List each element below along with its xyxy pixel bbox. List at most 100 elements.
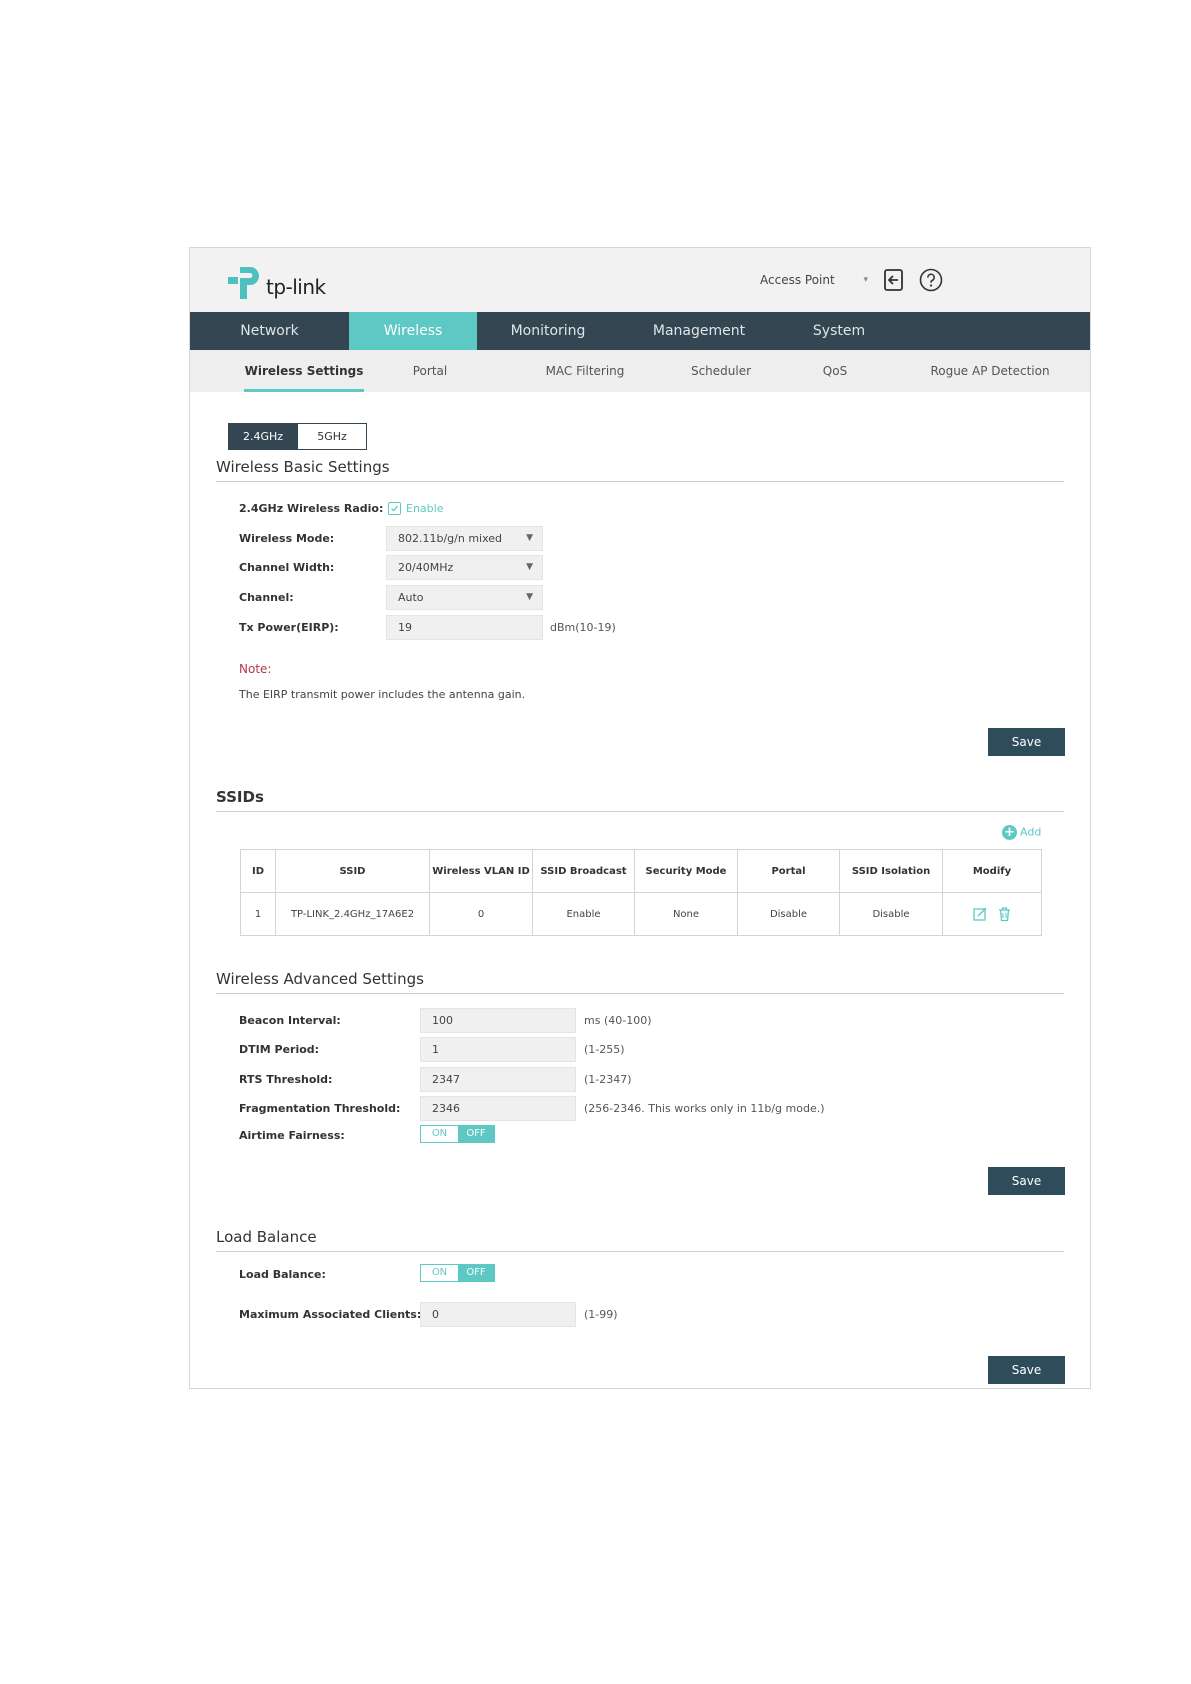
top-header: tp-link Access Point ▾ [190,248,1090,312]
load-balance-label: Load Balance: [239,1268,326,1281]
chevron-down-icon: ▾ [863,275,868,285]
rts-threshold-label: RTS Threshold: [239,1073,333,1086]
trash-icon[interactable] [997,906,1012,922]
sub-nav: Wireless Settings Portal MAC Filtering S… [190,350,1090,392]
dtim-period-hint: (1-255) [584,1043,625,1056]
tab-management[interactable]: Management [619,312,779,350]
subtab-portal[interactable]: Portal [400,350,460,392]
fragmentation-threshold-label: Fragmentation Threshold: [239,1102,401,1115]
tx-power-input[interactable]: 19 [386,615,543,640]
table-cell: Enable [532,892,635,936]
dropdown-arrow-icon: ▼ [526,592,533,602]
table-cell: 0 [429,892,533,936]
basic-settings-title: Wireless Basic Settings [216,458,390,476]
channel-width-value: 20/40MHz [398,561,454,574]
band-2-4ghz[interactable]: 2.4GHz [228,423,298,450]
dropdown-arrow-icon: ▼ [526,533,533,543]
divider [216,1251,1064,1252]
mode-select[interactable]: Access Point ▾ [760,268,868,292]
modify-cell [942,892,1042,936]
table-header-row: ID SSID Wireless VLAN ID SSID Broadcast … [240,849,1042,893]
divider [216,993,1064,994]
column-header: SSID [275,849,430,893]
subtab-scheduler[interactable]: Scheduler [671,350,771,392]
note-title: Note: [239,662,272,676]
save-load-balance-button[interactable]: Save [988,1356,1065,1384]
table-cell: None [634,892,738,936]
mode-select-value: Access Point [760,273,835,287]
load-balance-toggle[interactable]: ON OFF [420,1264,495,1282]
subtab-rogue-ap-detection[interactable]: Rogue AP Detection [910,350,1070,392]
app-window: tp-link Access Point ▾ Network Wireless … [189,247,1091,1389]
tab-system[interactable]: System [779,312,899,350]
logout-icon[interactable] [883,268,905,292]
edit-icon[interactable] [972,906,988,922]
channel-select[interactable]: Auto ▼ [386,585,543,610]
dtim-period-label: DTIM Period: [239,1043,320,1056]
column-header: Portal [737,849,840,893]
tab-network[interactable]: Network [190,312,349,350]
note-text: The EIRP transmit power includes the ant… [239,688,526,701]
save-advanced-button[interactable]: Save [988,1167,1065,1195]
channel-label: Channel: [239,591,294,604]
fragmentation-threshold-hint: (256-2346. This works only in 11b/g mode… [584,1102,825,1115]
tx-power-hint: dBm(10-19) [550,621,616,634]
airtime-fairness-label: Airtime Fairness: [239,1129,345,1142]
subtab-qos[interactable]: QoS [810,350,860,392]
main-nav: Network Wireless Monitoring Management S… [190,312,1090,350]
divider [216,811,1064,812]
subtab-mac-filtering[interactable]: MAC Filtering [525,350,645,392]
toggle-on: ON [421,1265,458,1281]
toggle-off: OFF [458,1265,494,1281]
beacon-interval-input[interactable]: 100 [420,1008,576,1033]
save-basic-button[interactable]: Save [988,728,1065,756]
load-balance-title: Load Balance [216,1228,317,1246]
wireless-mode-value: 802.11b/g/n mixed [398,532,503,545]
rts-threshold-hint: (1-2347) [584,1073,632,1086]
wireless-mode-label: Wireless Mode: [239,532,335,545]
table-cell: 1 [240,892,276,936]
radio-enable-checkbox[interactable] [388,502,401,515]
column-header: Wireless VLAN ID [429,849,533,893]
tab-wireless[interactable]: Wireless [349,312,477,350]
channel-width-select[interactable]: 20/40MHz ▼ [386,555,543,580]
max-clients-label: Maximum Associated Clients: [239,1308,422,1321]
airtime-fairness-toggle[interactable]: ON OFF [420,1125,495,1143]
column-header: ID [240,849,276,893]
help-icon[interactable] [919,268,943,292]
logo-text: tp-link [266,275,326,299]
toggle-off: OFF [458,1126,494,1142]
max-clients-input[interactable]: 0 [420,1302,576,1327]
radio-enable-label: Enable [406,502,444,515]
channel-width-label: Channel Width: [239,561,335,574]
tx-power-label: Tx Power(EIRP): [239,621,339,634]
channel-value: Auto [398,591,424,604]
subtab-wireless-settings[interactable]: Wireless Settings [244,350,364,392]
add-ssid-button[interactable]: + Add [1002,825,1041,840]
ssids-title: SSIDs [216,788,264,806]
beacon-interval-hint: ms (40-100) [584,1014,652,1027]
column-header: SSID Isolation [839,849,943,893]
divider [216,481,1064,482]
table-row: 1 TP-LINK_2.4GHz_17A6E2 0 Enable None Di… [240,892,1042,936]
column-header: Security Mode [634,849,738,893]
table-cell: TP-LINK_2.4GHz_17A6E2 [275,892,430,936]
advanced-settings-title: Wireless Advanced Settings [216,970,424,988]
toggle-on: ON [421,1126,458,1142]
max-clients-hint: (1-99) [584,1308,618,1321]
radio-label: 2.4GHz Wireless Radio: [239,502,384,515]
plus-icon: + [1002,825,1017,840]
tab-monitoring[interactable]: Monitoring [477,312,619,350]
fragmentation-threshold-input[interactable]: 2346 [420,1096,576,1121]
beacon-interval-label: Beacon Interval: [239,1014,341,1027]
column-header: Modify [942,849,1042,893]
wireless-mode-select[interactable]: 802.11b/g/n mixed ▼ [386,526,543,551]
add-label: Add [1020,825,1042,839]
ssid-table: ID SSID Wireless VLAN ID SSID Broadcast … [240,849,1042,936]
band-5ghz[interactable]: 5GHz [297,423,367,450]
dtim-period-input[interactable]: 1 [420,1037,576,1062]
column-header: SSID Broadcast [532,849,635,893]
table-cell: Disable [839,892,943,936]
table-cell: Disable [737,892,840,936]
rts-threshold-input[interactable]: 2347 [420,1067,576,1092]
